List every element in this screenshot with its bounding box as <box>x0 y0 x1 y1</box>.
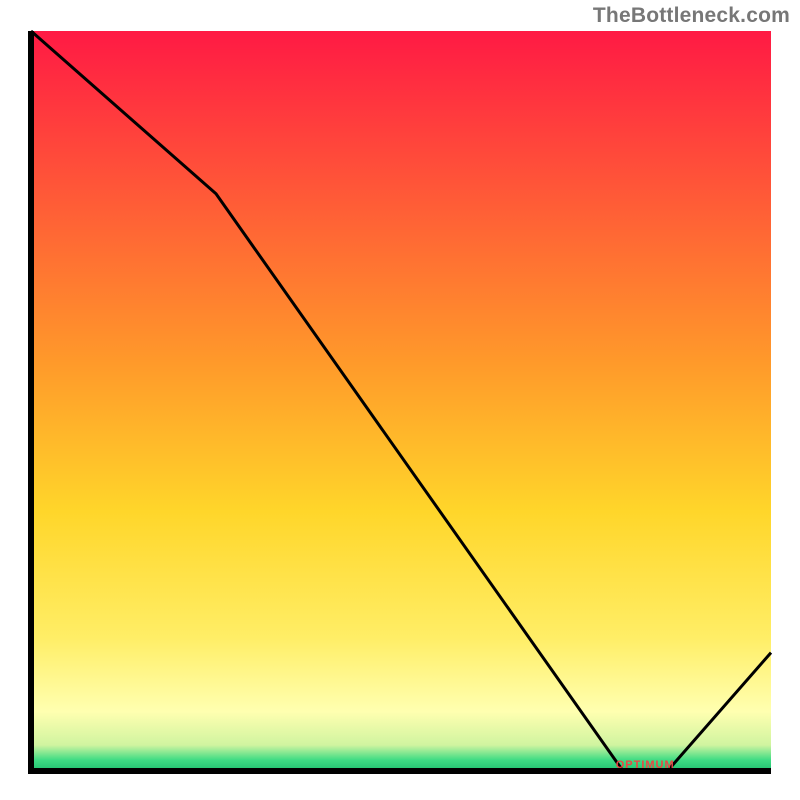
optimum-label: OPTIMUM <box>616 759 675 771</box>
chart-stage: TheBottleneck.com OPTIMUM <box>0 0 800 800</box>
plot-background <box>31 31 771 771</box>
bottleneck-chart: OPTIMUM <box>0 0 800 800</box>
watermark-text: TheBottleneck.com <box>593 4 790 28</box>
